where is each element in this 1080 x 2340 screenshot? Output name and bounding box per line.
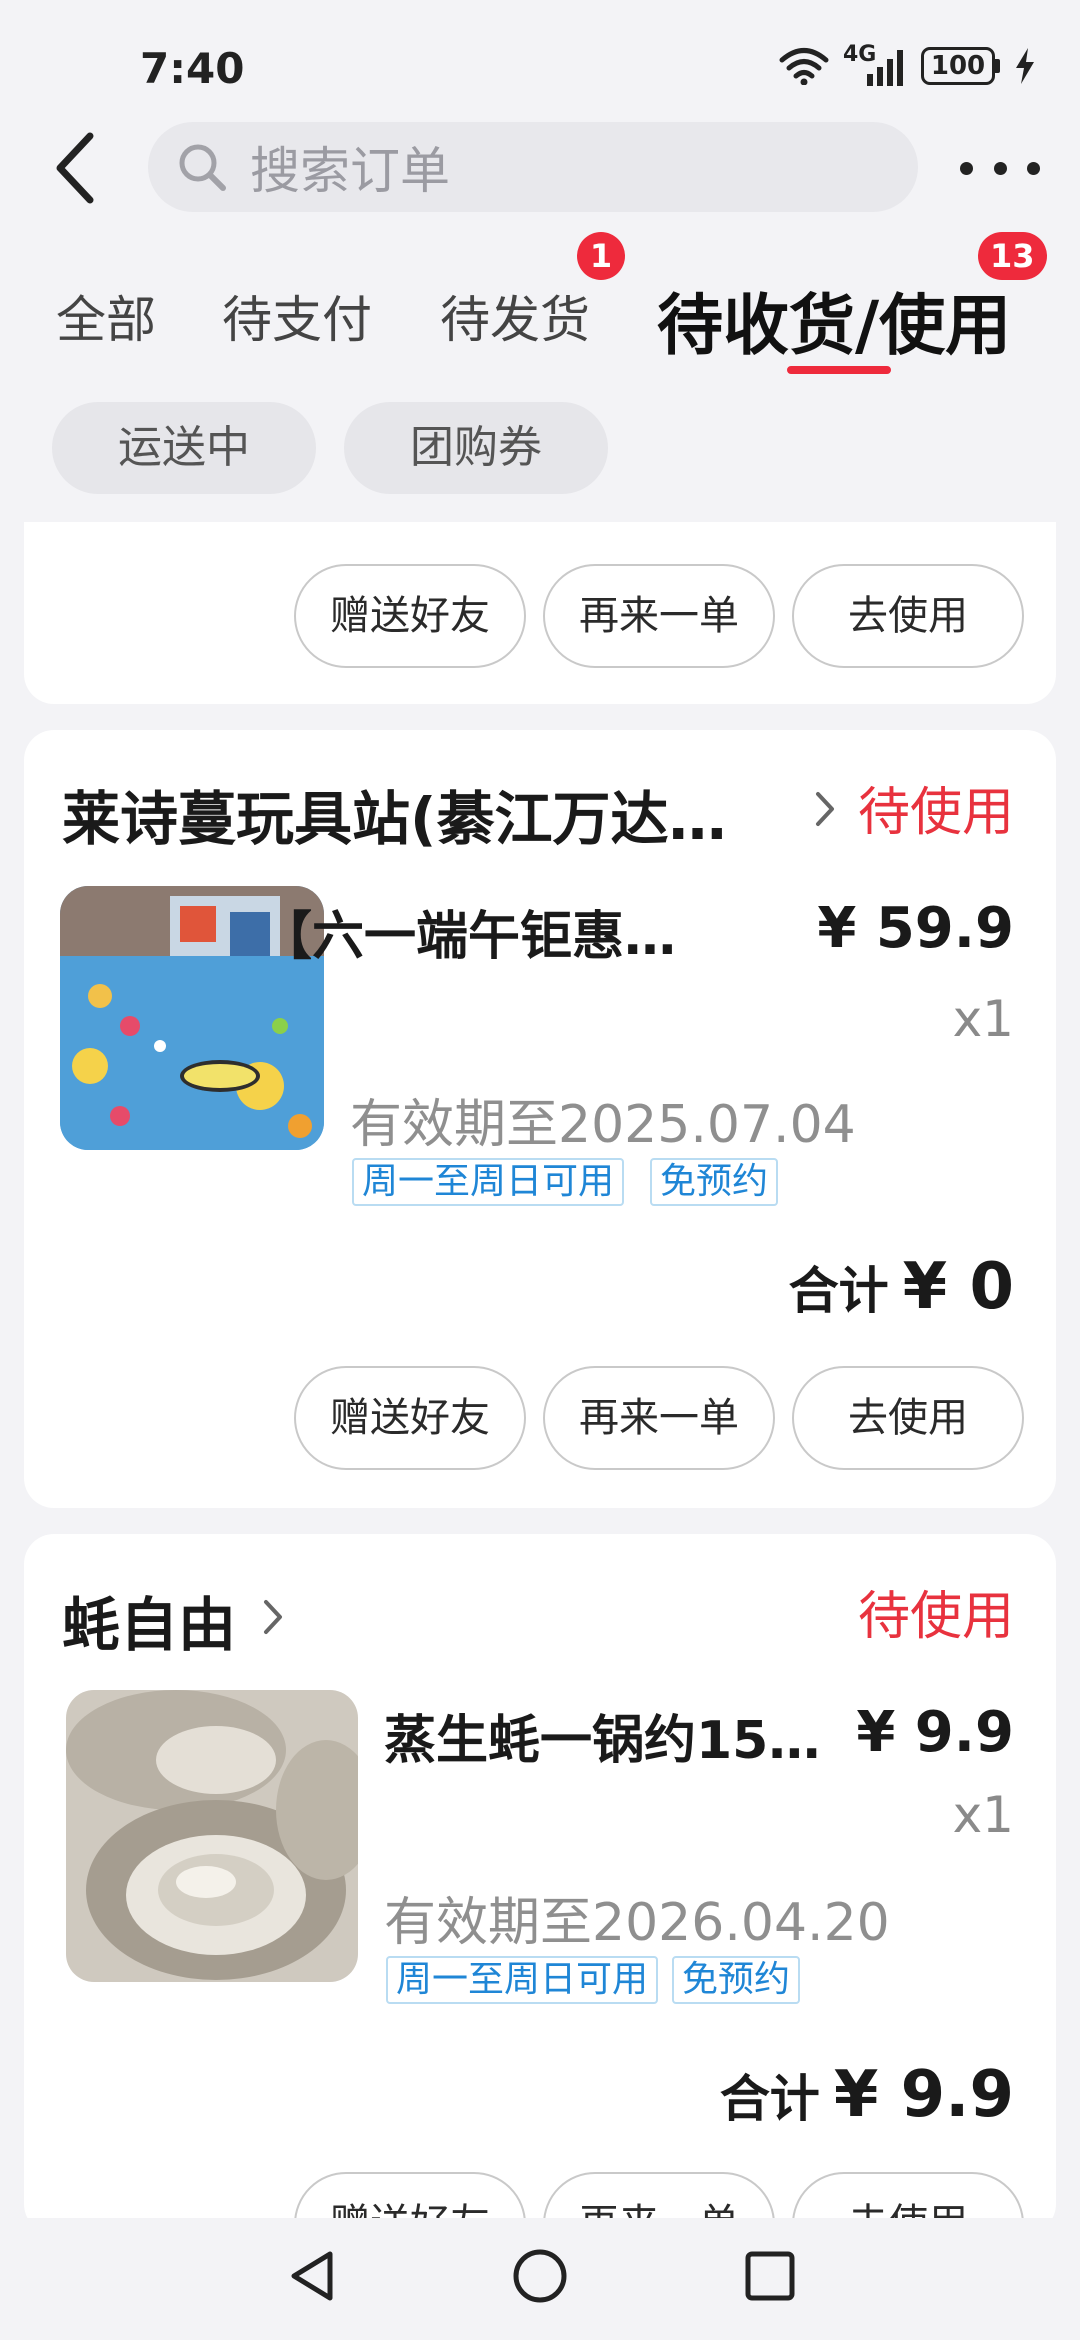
validity-date: 有效期至2026.04.20: [384, 1893, 890, 1953]
more-dot-icon: [960, 161, 973, 175]
pending-receipt-badge: 13: [978, 232, 1047, 280]
product-quantity: x1: [952, 990, 1014, 1048]
tag-available-all-week: 周一至周日可用: [352, 1158, 625, 1206]
order-card: 赠送好友 再来一单 去使用: [24, 522, 1056, 704]
gift-friend-button[interactable]: 赠送好友: [294, 1366, 526, 1470]
filter-chip-shipping[interactable]: 运送中: [52, 402, 316, 494]
active-tab-indicator: [787, 366, 891, 374]
order-status: 待使用: [857, 783, 1014, 843]
shop-name[interactable]: 蚝自由: [62, 1578, 236, 1662]
product-image-oyster[interactable]: [66, 1690, 358, 1982]
tag-available-all-week: 周一至周日可用: [386, 1956, 659, 2004]
order-total: 合计 ¥ 0: [789, 1250, 1014, 1324]
battery-indicator: 100: [921, 47, 1000, 85]
wifi-icon: [779, 48, 829, 85]
reorder-button[interactable]: 再来一单: [543, 1366, 775, 1470]
nav-back-icon[interactable]: [284, 2246, 340, 2306]
battery-level: 100: [921, 47, 995, 85]
tab-all[interactable]: 全部: [56, 280, 156, 352]
total-label: 合计: [719, 2070, 820, 2128]
tag-no-reservation: 免预约: [672, 1956, 801, 2004]
nav-home-icon[interactable]: [510, 2246, 570, 2306]
product-price: ¥ 59.9: [817, 896, 1014, 961]
status-bar: 7:40 4G 100: [0, 0, 1080, 120]
use-voucher-button[interactable]: 去使用: [792, 1366, 1024, 1470]
chevron-right-icon: [264, 1600, 282, 1634]
shop-name[interactable]: 莱诗蔓玩具站(綦江万达…: [62, 772, 727, 856]
product-title[interactable]: 【六一端午钜惠…: [260, 894, 676, 969]
order-status: 待使用: [857, 1587, 1014, 1647]
chevron-right-icon: [816, 792, 834, 826]
search-icon: [179, 144, 226, 191]
search-placeholder: 搜索订单: [250, 142, 450, 200]
nav-recents-icon[interactable]: [742, 2246, 798, 2306]
total-amount: ¥ 9.9: [833, 2058, 1014, 2132]
tab-pending-receipt[interactable]: 待收货/使用: [657, 272, 1011, 368]
more-dot-icon: [993, 161, 1007, 175]
total-label: 合计: [788, 1262, 889, 1320]
back-arrow-icon: [56, 132, 94, 204]
filter-chip-group-voucher[interactable]: 团购券: [344, 402, 608, 494]
system-nav-bar: [0, 2218, 1080, 2340]
charging-bolt-icon: [1016, 48, 1034, 84]
more-dot-icon: [1027, 161, 1040, 175]
gift-friend-button[interactable]: 赠送好友: [294, 564, 526, 668]
product-quantity: x1: [952, 1786, 1014, 1844]
status-time: 7:40: [140, 44, 245, 93]
battery-tip: [995, 59, 1000, 73]
tab-pending-shipment[interactable]: 待发货: [440, 280, 590, 352]
product-price: ¥ 9.9: [856, 1700, 1014, 1765]
cellular-signal-icon: 4G: [843, 42, 907, 86]
status-icons: 4G 100: [779, 42, 1036, 86]
order-list-screen: 7:40 4G 100 搜索订单 全部 待支付 待发货 1 待收货/使用 13 …: [0, 0, 1080, 2340]
use-voucher-button[interactable]: 去使用: [792, 564, 1024, 668]
order-card: 莱诗蔓玩具站(綦江万达… 待使用 【六一端午钜惠… ¥ 59.9 x1 有效期至…: [24, 730, 1056, 1508]
order-card: 蚝自由 待使用 蒸生蚝一锅约15… ¥ 9.9 x1 有效期至2026.04.2…: [24, 1534, 1056, 2234]
back-button[interactable]: [46, 128, 106, 208]
more-options-button[interactable]: [960, 140, 1040, 196]
validity-date: 有效期至2025.07.04: [350, 1095, 856, 1155]
tag-no-reservation: 免预约: [650, 1158, 779, 1206]
product-title[interactable]: 蒸生蚝一锅约15…: [384, 1698, 820, 1773]
order-tabs: 全部 待支付 待发货 1 待收货/使用 13: [0, 232, 1080, 380]
total-amount: ¥ 0: [902, 1250, 1014, 1324]
order-total: 合计 ¥ 9.9: [720, 2058, 1014, 2132]
reorder-button[interactable]: 再来一单: [543, 564, 775, 668]
tab-pending-payment[interactable]: 待支付: [222, 280, 372, 352]
search-input[interactable]: 搜索订单: [148, 122, 918, 212]
pending-shipment-badge: 1: [577, 232, 625, 280]
